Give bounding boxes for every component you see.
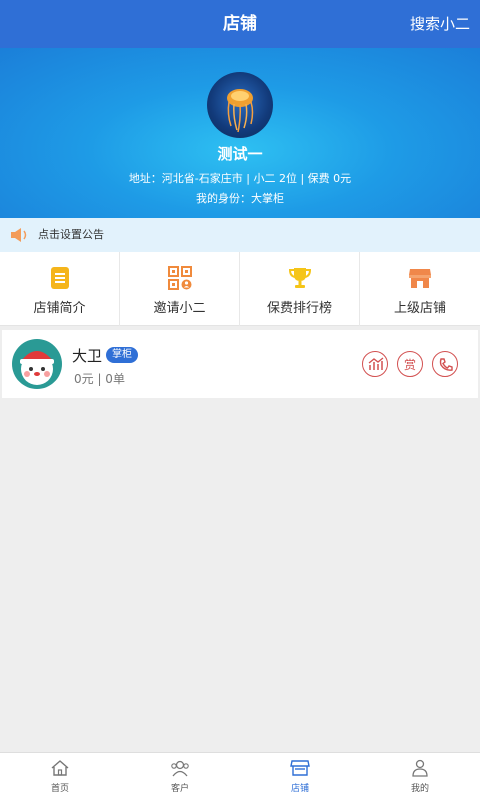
document-icon (51, 267, 69, 289)
call-button[interactable] (432, 351, 458, 377)
reward-label: 赏 (403, 358, 416, 372)
member-stats: 0元 | 0单 (74, 372, 125, 386)
reward-button[interactable]: 赏 (397, 351, 423, 377)
search-staff-button[interactable]: 搜索小二 (410, 0, 470, 48)
stats-button[interactable] (362, 351, 388, 377)
tab-customers[interactable]: 客户 (120, 753, 240, 800)
qrcode-icon (168, 266, 192, 290)
member-avatar (12, 339, 62, 389)
phone-icon (439, 358, 453, 371)
bottom-tab-bar: 首页 客户 店铺 我的 (0, 752, 480, 800)
tab-label: 客户 (170, 784, 189, 794)
store-icon (409, 269, 431, 288)
shop-menu: 店铺简介 邀请小二 保费排行榜 上级店铺 (0, 252, 480, 326)
tab-home[interactable]: 首页 (0, 753, 120, 800)
trophy-icon (288, 268, 312, 288)
member-card[interactable]: 大卫 掌柜 0元 | 0单 赏 (2, 330, 478, 398)
store-icon (290, 760, 310, 776)
home-icon (51, 760, 69, 776)
shop-avatar[interactable] (207, 72, 273, 138)
my-role-line: 我的身份：大掌柜 (196, 192, 284, 205)
tab-label: 店铺 (290, 784, 309, 794)
snowman-avatar-image (20, 351, 54, 385)
menu-invite-staff[interactable]: 邀请小二 (120, 252, 240, 326)
announcement-text: 点击设置公告 (38, 228, 104, 241)
menu-parent-shop[interactable]: 上级店铺 (360, 252, 480, 326)
menu-shop-intro[interactable]: 店铺简介 (0, 252, 120, 326)
chart-icon (368, 357, 384, 370)
member-name: 大卫 (72, 347, 103, 365)
shop-banner: 测试一 地址：河北省-石家庄市 | 小二 2位 | 保费 0元 我的身份：大掌柜 (0, 48, 480, 218)
shop-address-line: 地址：河北省-石家庄市 | 小二 2位 | 保费 0元 (128, 172, 352, 185)
speaker-icon (11, 228, 27, 242)
announcement-bar[interactable]: 点击设置公告 (0, 218, 480, 252)
page-title: 店铺 (223, 14, 257, 34)
tab-label: 我的 (410, 784, 429, 794)
tab-label: 首页 (50, 784, 69, 794)
member-role-badge: 掌柜 (106, 347, 138, 363)
menu-label: 上级店铺 (393, 301, 446, 316)
tab-store[interactable]: 店铺 (240, 753, 360, 800)
top-bar: 店铺 搜索小二 (0, 0, 480, 48)
shop-name: 测试一 (217, 145, 263, 163)
person-icon (412, 759, 428, 777)
menu-premium-ranking[interactable]: 保费排行榜 (240, 252, 360, 326)
customers-icon (171, 760, 189, 777)
menu-label: 保费排行榜 (266, 301, 332, 316)
jellyfish-image (227, 89, 254, 133)
tab-mine[interactable]: 我的 (360, 753, 480, 800)
menu-label: 邀请小二 (153, 301, 206, 316)
menu-label: 店铺简介 (33, 301, 86, 316)
